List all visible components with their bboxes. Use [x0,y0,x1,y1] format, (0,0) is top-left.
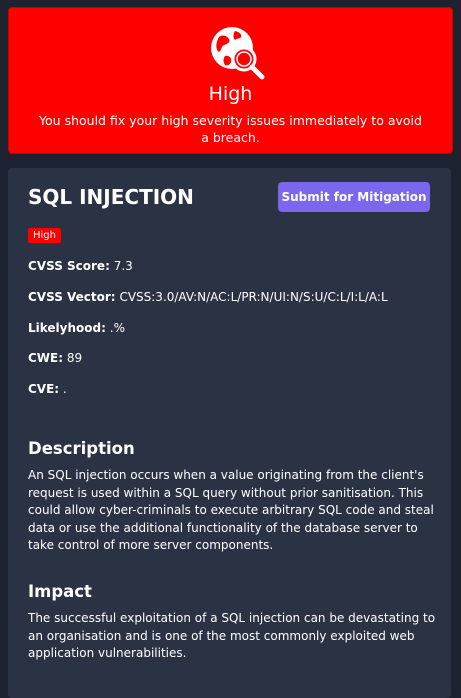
impact-text: The successful exploitation of a SQL inj… [28,611,436,660]
severity-alert-banner: High You should fix your high severity i… [8,7,453,154]
likelyhood-value: .% [109,321,125,335]
cve-label: CVE: [28,382,60,396]
description-heading: Description [28,439,135,458]
cvss-vector-value: CVSS:3.0/AV:N/AC:L/PR:N/UI:N/S:U/C:L/I:L… [119,290,388,304]
severity-badge: High [28,228,61,243]
globe-search-icon [211,27,265,80]
severity-message: You should fix your high severity issues… [39,113,422,145]
vulnerability-card: SQL INJECTION Submit for Mitigation High… [8,168,451,698]
cve-value: . [62,382,67,396]
cvss-vector-label: CVSS Vector: [28,290,116,304]
cwe-label: CWE: [28,351,64,365]
impact-heading: Impact [28,582,92,601]
cvss-score-label: CVSS Score: [28,259,110,273]
cvss-vector-field: CVSS Vector: CVSS:3.0/AV:N/AC:L/PR:N/UI:… [28,289,388,305]
cvss-score-value: 7.3 [113,259,133,273]
cve-field: CVE: . [28,381,67,397]
severity-title: High [208,83,253,105]
cvss-score-field: CVSS Score: 7.3 [28,258,133,274]
likelyhood-field: Likelyhood: .% [28,320,125,336]
cwe-value: 89 [66,351,83,365]
vulnerability-title: SQL INJECTION [28,185,194,209]
description-text: An SQL injection occurs when a value ori… [28,468,434,552]
likelyhood-label: Likelyhood: [28,321,106,335]
cwe-field: CWE: 89 [28,350,82,366]
submit-for-mitigation-button[interactable]: Submit for Mitigation [278,182,430,212]
